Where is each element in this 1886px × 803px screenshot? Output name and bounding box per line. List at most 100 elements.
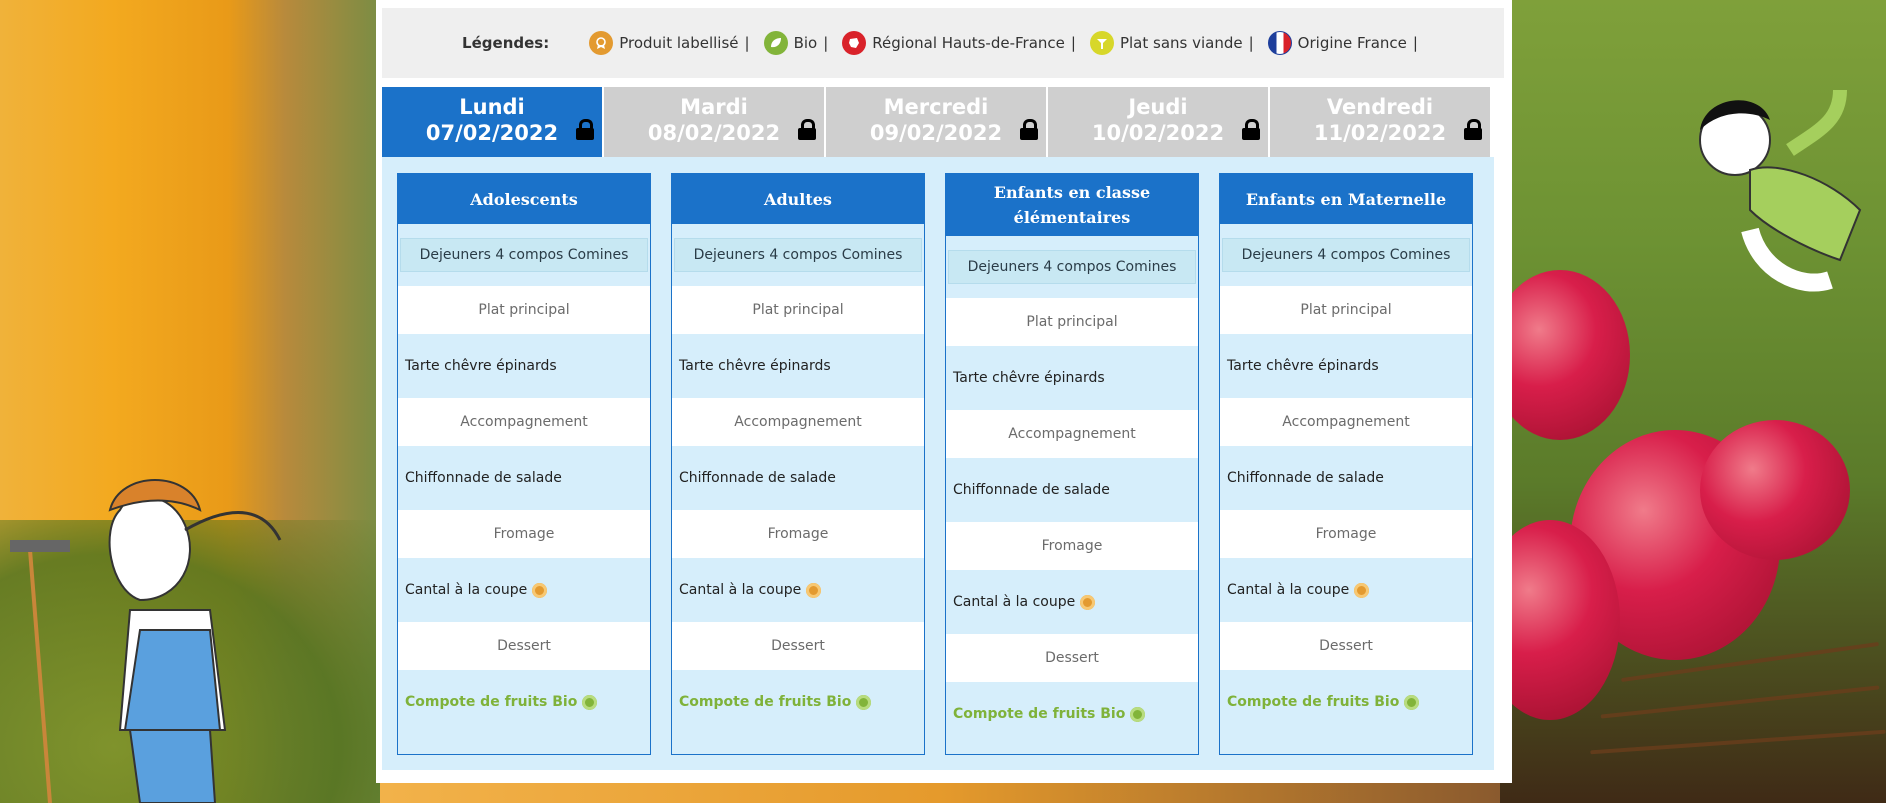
- menu-type: Dejeuners 4 compos Comines: [1222, 238, 1470, 272]
- legend-item-bio: Bio |: [763, 31, 829, 55]
- dish-name: Chiffonnade de salade: [946, 458, 1198, 522]
- dish-text: Compote de fruits Bio: [405, 694, 578, 710]
- dish-text: Chiffonnade de salade: [405, 470, 562, 486]
- medal-icon: [806, 582, 822, 598]
- dish-text: Chiffonnade de salade: [679, 470, 836, 486]
- course-label: Accompagnement: [1220, 398, 1472, 446]
- course-label: Plat principal: [398, 286, 650, 334]
- france-flag-icon: [1267, 31, 1292, 55]
- tab-date: 08/02/2022: [647, 121, 781, 145]
- dish-name: Chiffonnade de salade: [398, 446, 650, 510]
- dish-text: Cantal à la coupe: [405, 582, 528, 598]
- course-label: Accompagnement: [672, 398, 924, 446]
- menu-type: Dejeuners 4 compos Comines: [948, 250, 1196, 284]
- menu-panel: Légendes: Produit labellisé | Bio | Régi…: [376, 0, 1512, 783]
- menu-column-enfants-maternelle: Enfants en Maternelle Dejeuners 4 compos…: [1219, 173, 1473, 755]
- legend-title: Légendes:: [462, 34, 550, 52]
- dish-name: Chiffonnade de salade: [1220, 446, 1472, 510]
- legend-region-text: Régional Hauts-de-France: [872, 34, 1065, 52]
- legend-separator: |: [1412, 34, 1418, 52]
- legend-veggie-text: Plat sans viande: [1119, 34, 1243, 52]
- legend-bio-text: Bio: [793, 34, 818, 52]
- legend-bar: Légendes: Produit labellisé | Bio | Régi…: [382, 8, 1504, 78]
- bio-leaf-icon: [1130, 706, 1146, 722]
- tab-vendredi[interactable]: Vendredi 11/02/2022: [1270, 87, 1490, 157]
- dish-name: Cantal à la coupe: [1220, 558, 1472, 622]
- dish-name: Tarte chêvre épinards: [672, 334, 924, 398]
- course-label: Dessert: [946, 634, 1198, 682]
- course-label: Fromage: [672, 510, 924, 558]
- dish-text: Compote de fruits Bio: [679, 694, 852, 710]
- basket-weave: [1590, 729, 1886, 755]
- boy-illustration: [1699, 90, 1862, 292]
- lock-icon: [1464, 119, 1482, 140]
- dish-name: Compote de fruits Bio: [672, 670, 924, 734]
- menu-content: Adolescents Dejeuners 4 compos Comines P…: [382, 157, 1494, 770]
- legend-separator: |: [823, 34, 829, 52]
- legend-item-france: Origine France |: [1267, 31, 1418, 55]
- medal-icon: [1080, 594, 1096, 610]
- menu-type: Dejeuners 4 compos Comines: [400, 238, 648, 272]
- dish-text: Tarte chêvre épinards: [405, 358, 557, 374]
- dish-text: Compote de fruits Bio: [1227, 694, 1400, 710]
- legend-item-region: Régional Hauts-de-France |: [842, 31, 1076, 55]
- bio-leaf-icon: [763, 31, 788, 55]
- dish-name: Tarte chêvre épinards: [946, 346, 1198, 410]
- dish-name: Chiffonnade de salade: [672, 446, 924, 510]
- tab-mercredi[interactable]: Mercredi 09/02/2022: [826, 87, 1046, 157]
- tab-lundi[interactable]: Lundi 07/02/2022: [382, 87, 602, 157]
- menu-type: Dejeuners 4 compos Comines: [674, 238, 922, 272]
- course-label: Fromage: [946, 522, 1198, 570]
- dish-text: Tarte chêvre épinards: [953, 370, 1105, 386]
- bio-leaf-icon: [582, 694, 598, 710]
- veggie-icon: [1089, 31, 1114, 55]
- tab-date: 07/02/2022: [425, 121, 559, 145]
- dish-name: Compote de fruits Bio: [1220, 670, 1472, 734]
- tab-day: Jeudi: [1128, 95, 1188, 119]
- dish-text: Compote de fruits Bio: [953, 706, 1126, 722]
- lock-icon: [576, 119, 594, 140]
- column-title: Enfants en Maternelle: [1220, 174, 1472, 224]
- tab-date: 10/02/2022: [1091, 121, 1225, 145]
- tab-mardi[interactable]: Mardi 08/02/2022: [604, 87, 824, 157]
- menu-column-adultes: Adultes Dejeuners 4 compos Comines Plat …: [671, 173, 925, 755]
- menu-column-enfants-elementaires: Enfants en classe élémentaires Dejeuners…: [945, 173, 1199, 755]
- background-strip: [380, 783, 1500, 803]
- course-label: Fromage: [1220, 510, 1472, 558]
- column-title: Adultes: [672, 174, 924, 224]
- tab-day: Mardi: [680, 95, 748, 119]
- course-label: Dessert: [1220, 622, 1472, 670]
- dish-text: Tarte chêvre épinards: [679, 358, 831, 374]
- legend-france-text: Origine France: [1297, 34, 1407, 52]
- course-label: Accompagnement: [946, 410, 1198, 458]
- menu-column-adolescents: Adolescents Dejeuners 4 compos Comines P…: [397, 173, 651, 755]
- dish-name: Compote de fruits Bio: [946, 682, 1198, 746]
- dish-text: Cantal à la coupe: [1227, 582, 1350, 598]
- legend-item-veggie: Plat sans viande |: [1089, 31, 1254, 55]
- column-title: Enfants en classe élémentaires: [946, 174, 1198, 236]
- tab-jeudi[interactable]: Jeudi 10/02/2022: [1048, 87, 1268, 157]
- legend-item-label: Produit labellisé |: [589, 31, 750, 55]
- legend-separator: |: [744, 34, 750, 52]
- tab-date: 09/02/2022: [869, 121, 1003, 145]
- medal-icon: [589, 31, 614, 55]
- dish-name: Cantal à la coupe: [398, 558, 650, 622]
- column-title: Adolescents: [398, 174, 650, 224]
- course-label: Accompagnement: [398, 398, 650, 446]
- tab-day: Vendredi: [1326, 95, 1434, 119]
- dish-name: Compote de fruits Bio: [398, 670, 650, 734]
- legend-separator: |: [1248, 34, 1254, 52]
- dish-name: Tarte chêvre épinards: [398, 334, 650, 398]
- bio-leaf-icon: [856, 694, 872, 710]
- girl-illustration: [10, 479, 282, 803]
- medal-icon: [1354, 582, 1370, 598]
- dish-text: Chiffonnade de salade: [1227, 470, 1384, 486]
- dish-name: Cantal à la coupe: [946, 570, 1198, 634]
- region-icon: [842, 31, 867, 55]
- lock-icon: [798, 119, 816, 140]
- tab-day: Lundi: [459, 95, 525, 119]
- dish-text: Cantal à la coupe: [953, 594, 1076, 610]
- dish-text: Chiffonnade de salade: [953, 482, 1110, 498]
- bio-leaf-icon: [1404, 694, 1420, 710]
- course-label: Plat principal: [672, 286, 924, 334]
